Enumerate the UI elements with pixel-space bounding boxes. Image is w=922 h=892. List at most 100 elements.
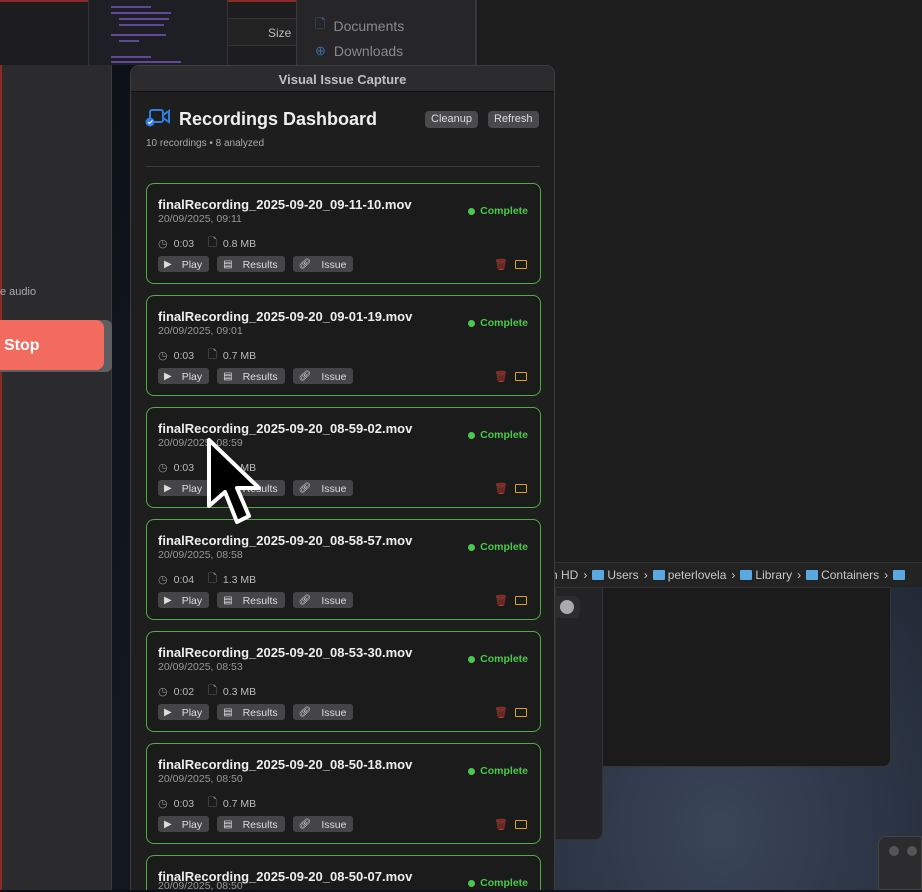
audio-label: e audio (0, 286, 37, 298)
issue-button[interactable]: 🔗︎ Issue (292, 816, 354, 832)
status-badge: Complete (468, 205, 528, 217)
folder-icon (893, 570, 906, 580)
status-badge: Complete (468, 429, 528, 441)
status-badge: Complete (468, 877, 528, 889)
path-item-users[interactable]: Users (592, 568, 639, 582)
document-icon: 🗋 (315, 16, 326, 31)
link-icon: 🔗︎ (298, 371, 312, 382)
status-dot-icon (468, 879, 476, 887)
column-header-size[interactable]: Size (228, 18, 296, 46)
recording-meta: ◷ 0:03 🗋 0.7 MB (158, 794, 256, 813)
duration: 0:03 (173, 461, 195, 474)
duration: 0:04 (173, 573, 195, 586)
play-icon: ▶ (164, 595, 172, 606)
issue-button[interactable]: 🔗︎ Issue (292, 480, 354, 496)
file-size: 0.7 MB (222, 797, 257, 810)
issue-button[interactable]: 🔗︎ Issue (292, 256, 354, 272)
status-dot-icon (468, 319, 476, 327)
recording-filename: finalRecording_2025-09-20_08-58-57.mov (158, 533, 413, 548)
trash-icon[interactable]: 🗑︎ (494, 482, 508, 495)
results-button[interactable]: ▤Results (217, 592, 285, 608)
folder-icon[interactable] (515, 596, 527, 605)
play-button[interactable]: ▶ Play (158, 368, 210, 384)
play-icon: ▶ (164, 371, 172, 382)
duration: 0:03 (173, 797, 195, 810)
background-panel (555, 587, 891, 767)
file-icon: 🗋 (208, 685, 217, 697)
folder-icon (592, 570, 605, 580)
folder-icon (652, 570, 665, 580)
duration: 0:03 (173, 237, 195, 250)
trash-icon[interactable]: 🗑︎ (494, 258, 508, 271)
recording-filename: finalRecording_2025-09-20_09-01-19.mov (158, 309, 413, 324)
recording-date: 20/09/2025, 08:50 (158, 773, 243, 785)
recording-meta: ◷ 0:03 🗋 0.8 MB (158, 234, 256, 253)
clock-icon: ◷ (158, 686, 168, 698)
path-item-disk[interactable]: h HD (551, 568, 578, 582)
folder-icon[interactable] (515, 260, 527, 269)
trash-icon[interactable]: 🗑︎ (494, 706, 508, 719)
code-editor-thumbnail (88, 0, 228, 65)
folder-icon[interactable] (515, 708, 527, 717)
status-dot-icon (468, 431, 476, 439)
file-size: 0.3 MB (222, 685, 257, 698)
refresh-button[interactable]: Refresh (488, 111, 539, 128)
divider (146, 166, 540, 167)
play-button[interactable]: ▶ Play (158, 704, 210, 720)
play-icon: ▶ (164, 259, 172, 270)
path-item-library[interactable]: Library (740, 568, 792, 582)
recording-card: finalRecording_2025-09-20_09-01-19.mov 2… (146, 295, 541, 396)
video-camera-check-icon (145, 109, 170, 127)
document-search-icon: ▤ (223, 707, 233, 718)
results-button[interactable]: ▤Results (217, 704, 285, 720)
sidebar-item-downloads[interactable]: ⊕ Downloads (315, 43, 403, 59)
play-icon: ▶ (164, 483, 172, 494)
issue-button[interactable]: 🔗︎ Issue (292, 704, 354, 720)
mouse-cursor-icon (207, 438, 261, 524)
play-button[interactable]: ▶ Play (158, 256, 210, 272)
recording-date: 20/09/2025, 08:58 (158, 549, 243, 561)
play-button[interactable]: ▶ Play (158, 816, 210, 832)
folder-icon[interactable] (515, 484, 527, 493)
recording-filename: finalRecording_2025-09-20_09-11-10.mov (158, 197, 412, 212)
document-search-icon: ▤ (223, 259, 233, 270)
recording-card: finalRecording_2025-09-20_08-53-30.mov 2… (146, 631, 541, 732)
recording-filename: finalRecording_2025-09-20_08-50-18.mov (158, 757, 413, 772)
file-icon: 🗋 (208, 349, 217, 361)
play-icon: ▶ (164, 819, 172, 830)
results-button[interactable]: ▤Results (217, 368, 285, 384)
document-search-icon: ▤ (223, 595, 233, 606)
play-button[interactable]: ▶ Play (158, 592, 210, 608)
path-item-containers[interactable]: Containers (806, 568, 879, 582)
trash-icon[interactable]: 🗑︎ (494, 370, 508, 383)
issue-button[interactable]: 🔗︎ Issue (292, 368, 354, 384)
status-dot-icon (468, 767, 476, 775)
download-icon: ⊕ (315, 43, 326, 58)
file-size: 0.8 MB (222, 237, 257, 250)
trash-icon[interactable]: 🗑︎ (494, 594, 508, 607)
background-panel-side (555, 587, 603, 840)
recording-meta: ◷ 0:04 🗋 1.3 MB (158, 570, 256, 589)
status-dot-icon (468, 207, 476, 215)
results-button[interactable]: ▤Results (217, 256, 285, 272)
status-dot-icon (468, 543, 476, 551)
trash-icon[interactable]: 🗑︎ (494, 818, 508, 831)
file-size: 0.7 MB (222, 349, 257, 362)
stop-button[interactable]: Stop (0, 320, 104, 370)
issue-button[interactable]: 🔗︎ Issue (292, 592, 354, 608)
recording-meta: ◷ 0:03 🗋 0.7 MB (158, 346, 256, 365)
recordings-summary: 10 recordings • 8 analyzed (146, 138, 265, 149)
results-button[interactable]: ▤Results (217, 816, 285, 832)
play-button[interactable]: ▶ Play (158, 480, 210, 496)
folder-icon[interactable] (515, 372, 527, 381)
status-badge: Complete (468, 541, 528, 553)
file-icon: 🗋 (208, 797, 217, 809)
cleanup-button[interactable]: Cleanup (425, 111, 478, 128)
clock-icon: ◷ (158, 574, 168, 586)
file-icon: 🗋 (208, 573, 217, 585)
folder-icon[interactable] (515, 820, 527, 829)
recording-card: finalRecording_2025-09-20_08-50-07.mov 2… (146, 855, 541, 891)
sidebar-item-documents[interactable]: 🗋 Documents (315, 15, 404, 37)
path-item-home[interactable]: peterlovela (652, 568, 726, 582)
recording-filename: finalRecording_2025-09-20_08-59-02.mov (158, 421, 413, 436)
